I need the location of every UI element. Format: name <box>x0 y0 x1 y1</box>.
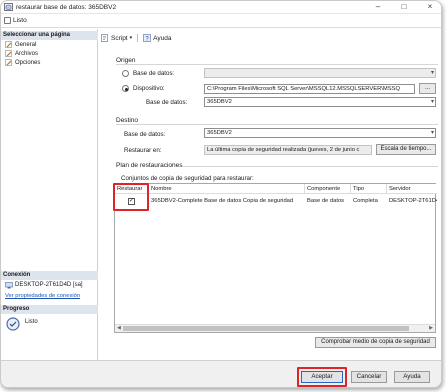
restore-to-field: La última copia de seguridad realizada (… <box>204 145 372 155</box>
device-source-radio[interactable] <box>122 85 129 92</box>
restore-to-label: Restaurar en: <box>124 147 162 154</box>
server-connection-icon <box>5 282 13 289</box>
script-button[interactable]: Script ▾ <box>101 34 132 42</box>
minimize-button[interactable]: – <box>365 1 391 13</box>
help-book-icon: ? <box>143 34 151 42</box>
browse-device-button[interactable]: ... <box>419 83 436 94</box>
sidebar-item-opciones[interactable]: Opciones <box>5 59 40 66</box>
origen-db-label: Base de datos: <box>146 99 188 106</box>
progress-header: Progreso <box>1 305 98 314</box>
backup-sets-label: Conjuntos de copia de seguridad para res… <box>121 175 254 182</box>
plan-section-title: Plan de restauraciones <box>116 162 183 169</box>
pages-header: Seleccionar una página <box>1 31 98 40</box>
sidebar-item-archivos[interactable]: Archivos <box>5 50 38 57</box>
restore-database-dialog: restaurar base de datos: 365DBV2 – □ × L… <box>0 0 442 388</box>
help-toolbar-label: Ayuda <box>153 34 172 42</box>
plan-divider <box>182 166 438 167</box>
origen-db-value: 365DBV2 <box>207 99 232 105</box>
title-bar: restaurar base de datos: 365DBV2 – □ × <box>1 1 441 14</box>
column-header-tipo[interactable]: Tipo <box>351 184 387 194</box>
verify-backup-media-button[interactable]: Comprobar medio de copia de seguridad <box>315 337 436 348</box>
ok-button-highlight <box>297 367 347 387</box>
database-source-radio[interactable] <box>122 70 129 77</box>
chevron-down-icon: ▾ <box>430 130 434 136</box>
origen-database-dropdown[interactable]: 365DBV2 ▾ <box>204 97 436 107</box>
destino-db-label: Base de datos: <box>124 131 166 138</box>
row-component: Base de datos <box>307 198 345 204</box>
maximize-button[interactable]: □ <box>391 1 417 13</box>
database-source-label: Base de datos: <box>133 70 175 77</box>
view-connection-properties-link[interactable]: Ver propiedades de conexión <box>5 293 80 299</box>
wrench-page-icon <box>5 50 12 57</box>
column-header-servidor[interactable]: Servidor <box>387 184 437 194</box>
close-button[interactable]: × <box>417 1 441 13</box>
device-source-label: Dispositivo: <box>133 85 165 92</box>
row-type: Completa <box>353 198 378 204</box>
toolbar-separator <box>137 34 139 42</box>
device-path-field[interactable]: C:\Program Files\Microsoft SQL Server\MS… <box>204 84 415 94</box>
scrollbar-thumb[interactable] <box>123 326 409 331</box>
connection-header: Conexión <box>1 271 98 280</box>
row-server: DESKTOP-2T61D4 <box>389 198 437 204</box>
origen-section-title: Origen <box>116 57 136 64</box>
column-header-componente[interactable]: Componente <box>305 184 351 194</box>
toolbar: Script ▾ ? Ayuda <box>101 32 171 44</box>
chevron-down-icon: ▾ <box>430 70 434 76</box>
scroll-left-icon[interactable]: ◀ <box>117 325 121 332</box>
script-label: Script <box>111 34 128 42</box>
destino-database-dropdown[interactable]: 365DBV2 ▾ <box>204 128 436 138</box>
destino-divider <box>116 124 438 125</box>
destino-db-value: 365DBV2 <box>207 130 232 136</box>
window-title: restaurar base de datos: 365DBV2 <box>16 4 117 11</box>
database-app-icon <box>4 3 13 11</box>
cancel-button[interactable]: Cancelar <box>351 371 387 383</box>
sidebar-item-label: Archivos <box>15 50 39 57</box>
scroll-right-icon[interactable]: ▶ <box>429 325 433 332</box>
sidebar-item-general[interactable]: General <box>5 41 36 48</box>
progress-status-icon <box>6 317 20 331</box>
sidebar: Seleccionar una página General Archivos … <box>1 29 98 360</box>
progress-status: Listo <box>25 319 38 325</box>
horizontal-scrollbar[interactable]: ◀ ▶ <box>115 324 435 332</box>
wrench-page-icon <box>5 41 12 48</box>
origen-divider <box>116 64 438 65</box>
destino-section-title: Destino <box>116 117 139 124</box>
connection-server: DESKTOP-2T61D4D [sa] <box>15 282 83 288</box>
sidebar-item-label: General <box>15 41 37 48</box>
help-toolbar-button[interactable]: ? Ayuda <box>143 34 171 42</box>
ready-status-icon <box>4 17 11 24</box>
sidebar-item-label: Opciones <box>15 59 41 66</box>
help-button[interactable]: Ayuda <box>394 371 430 383</box>
column-header-nombre[interactable]: Nombre <box>149 184 305 194</box>
wrench-page-icon <box>5 59 12 66</box>
status-text: Listo <box>13 17 27 24</box>
script-icon <box>101 34 108 42</box>
status-line: Listo <box>1 14 441 28</box>
chevron-down-icon: ▾ <box>129 35 133 41</box>
timeline-button[interactable]: Escala de tiempo... <box>376 144 436 155</box>
restaurar-column-highlight <box>113 183 149 211</box>
chevron-down-icon: ▾ <box>430 99 434 105</box>
backup-sets-grid: Restaurar Nombre Componente Tipo Servido… <box>114 183 437 333</box>
source-database-dropdown[interactable]: ▾ <box>204 68 436 78</box>
row-name: 365DBV2-Complete Base de datos Copia de … <box>151 198 294 204</box>
